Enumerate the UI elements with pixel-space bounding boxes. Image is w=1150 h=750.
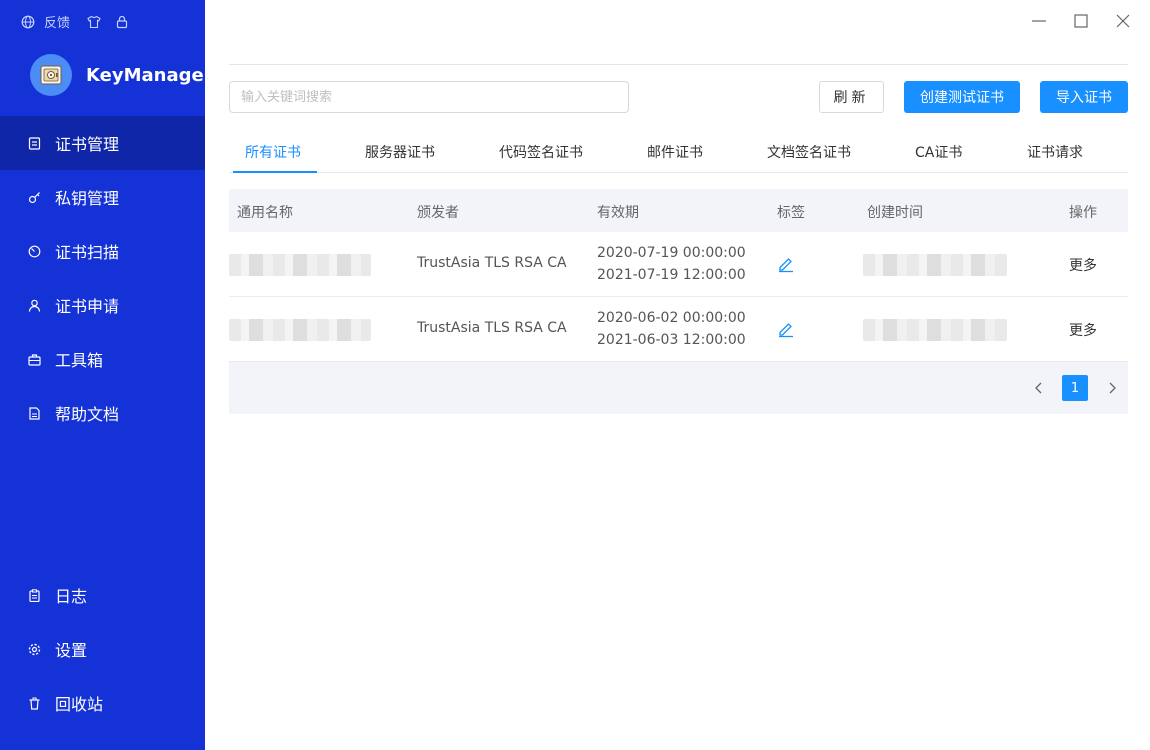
nav-item-key-management[interactable]: 私钥管理 [0,170,205,224]
chevron-right-icon[interactable] [1102,378,1122,398]
sidebar-topbar: 反馈 [20,12,130,31]
document-icon [28,406,41,420]
page-number-current[interactable]: 1 [1062,375,1088,401]
validity-cell: 2020-07-19 00:00:00 2021-07-19 12:00:00 [597,242,746,286]
col-created-time: 创建时间 [867,205,923,221]
nav-item-logs[interactable]: 日志 [0,568,205,622]
main-content: 刷新 创建测试证书 导入证书 所有证书 服务器证书 代码签名证书 邮件证书 文档… [205,0,1150,750]
issuer-cell: TrustAsia TLS RSA CA [417,255,567,271]
sidebar: 反馈 KeyManager 证书管理 私钥管理 证书扫描 证书申请 工具箱 帮助… [0,0,213,750]
import-cert-button[interactable]: 导入证书 [1040,81,1128,113]
blurred-created-time [863,319,1007,341]
nav-item-cert-scan[interactable]: 证书扫描 [0,224,205,278]
gear-icon [28,643,41,656]
valid-to: 2021-07-19 12:00:00 [597,267,746,283]
app-name: KeyManager [86,64,213,86]
tab-cert-requests[interactable]: 证书请求 [1027,132,1083,172]
nav-item-cert-management[interactable]: 证书管理 [0,116,205,170]
maximize-icon[interactable] [1070,10,1092,32]
tshirt-icon[interactable] [86,14,102,30]
col-issuer: 颁发者 [417,205,459,221]
nav-item-label: 帮助文档 [55,405,120,424]
nav-item-settings[interactable]: 设置 [0,622,205,676]
tab-email-certs[interactable]: 邮件证书 [647,132,703,172]
active-tab-indicator [233,171,317,173]
bottom-nav: 日志 设置 回收站 [0,568,205,730]
trash-icon [28,697,41,710]
nav-item-recycle-bin[interactable]: 回收站 [0,676,205,730]
nav-item-label: 回收站 [55,695,104,714]
valid-from: 2020-07-19 00:00:00 [597,245,746,261]
toolbox-icon [28,353,41,366]
nav-item-cert-request[interactable]: 证书申请 [0,278,205,332]
cert-table: 通用名称 颁发者 有效期 标签 创建时间 操作 TrustAsia TLS RS… [229,189,1128,414]
valid-to: 2021-06-03 12:00:00 [597,332,746,348]
nav-item-label: 日志 [55,587,88,606]
header-divider [229,64,1128,65]
nav-item-help-docs[interactable]: 帮助文档 [0,386,205,440]
user-icon [28,299,41,312]
key-icon [28,191,41,204]
lock-icon[interactable] [114,14,130,30]
scan-icon [28,245,41,258]
table-row[interactable]: TrustAsia TLS RSA CA 2020-07-19 00:00:00… [229,232,1128,297]
globe-icon[interactable] [20,14,36,30]
blurred-common-name [229,319,371,341]
valid-from: 2020-06-02 00:00:00 [597,310,746,326]
col-tags: 标签 [777,205,805,221]
pagination: 1 [229,362,1128,414]
tab-code-signing-certs[interactable]: 代码签名证书 [499,132,583,172]
edit-tag-icon[interactable] [777,255,795,277]
edit-tag-icon[interactable] [777,320,795,342]
tab-doc-signing-certs[interactable]: 文档签名证书 [767,132,851,172]
refresh-button[interactable]: 刷新 [819,81,884,113]
more-actions-link[interactable]: 更多 [1069,255,1097,275]
nav-item-toolbox[interactable]: 工具箱 [0,332,205,386]
certificate-icon [28,136,41,150]
close-icon[interactable] [1112,10,1134,32]
safe-logo-icon [30,54,72,96]
cert-type-tabs: 所有证书 服务器证书 代码签名证书 邮件证书 文档签名证书 CA证书 证书请求 [229,132,1128,173]
nav-item-label: 工具箱 [55,351,104,370]
blurred-created-time [863,254,1007,276]
main-nav: 证书管理 私钥管理 证书扫描 证书申请 工具箱 帮助文档 [0,116,205,440]
nav-item-label: 证书申请 [55,297,120,316]
blurred-common-name [229,254,371,276]
validity-cell: 2020-06-02 00:00:00 2021-06-03 12:00:00 [597,307,746,351]
table-row[interactable]: TrustAsia TLS RSA CA 2020-06-02 00:00:00… [229,297,1128,362]
col-actions: 操作 [1069,205,1097,221]
search-input[interactable] [229,81,629,113]
minimize-icon[interactable] [1028,10,1050,32]
tab-ca-certs[interactable]: CA证书 [915,132,962,172]
nav-item-label: 设置 [55,641,88,660]
col-validity: 有效期 [597,205,639,221]
nav-item-label: 证书管理 [55,135,120,154]
app-brand: KeyManager [30,54,213,96]
more-actions-link[interactable]: 更多 [1069,320,1097,340]
nav-item-label: 证书扫描 [55,243,120,262]
window-controls [1028,10,1134,32]
nav-item-label: 私钥管理 [55,189,120,208]
tab-server-certs[interactable]: 服务器证书 [365,132,435,172]
table-header: 通用名称 颁发者 有效期 标签 创建时间 操作 [229,189,1128,232]
create-test-cert-button[interactable]: 创建测试证书 [904,81,1020,113]
tab-all-certs[interactable]: 所有证书 [245,132,301,172]
clipboard-icon [28,588,41,602]
issuer-cell: TrustAsia TLS RSA CA [417,320,567,336]
chevron-left-icon[interactable] [1029,378,1049,398]
col-common-name: 通用名称 [237,205,293,221]
feedback-link[interactable]: 反馈 [44,12,70,31]
